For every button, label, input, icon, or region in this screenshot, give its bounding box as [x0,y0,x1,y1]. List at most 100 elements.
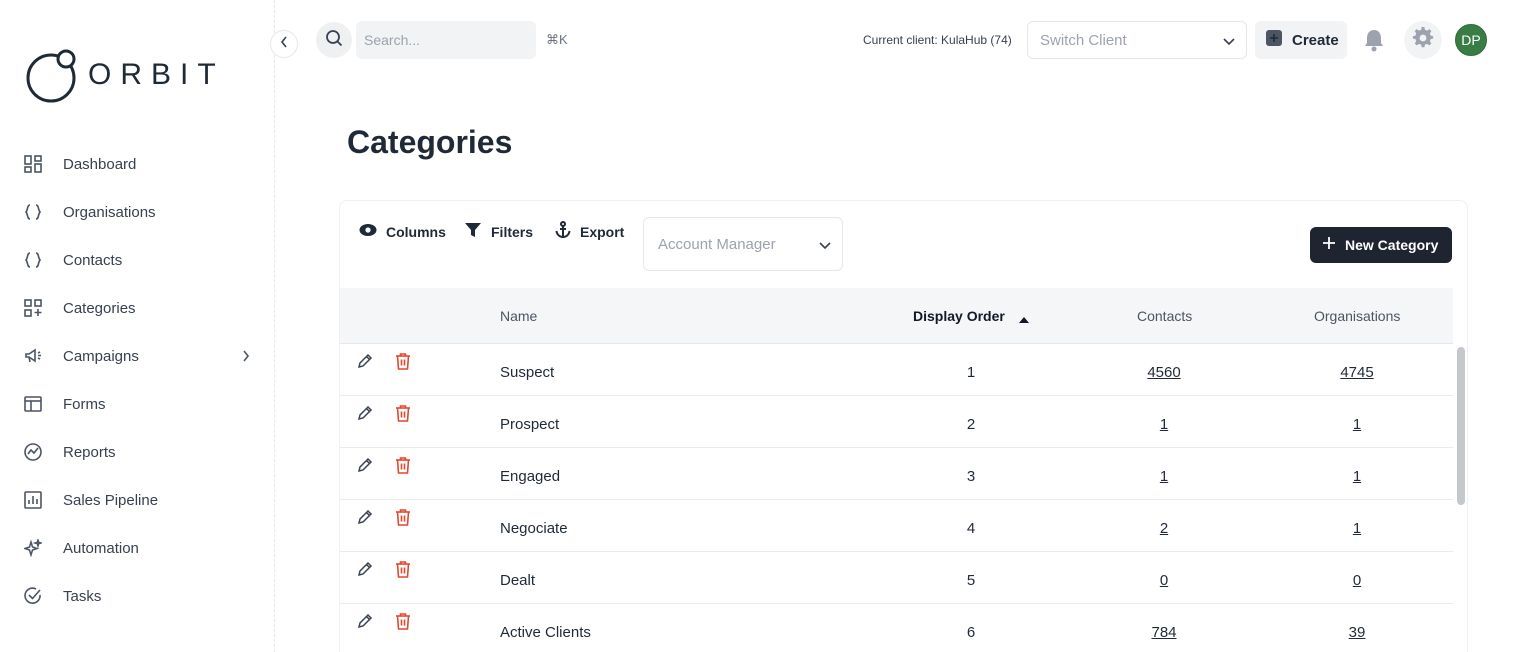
sidebar-item-contacts[interactable]: Contacts [24,236,254,284]
sidebar-item-organisations[interactable]: Organisations [24,188,254,236]
sidebar-item-tasks[interactable]: Tasks [24,572,254,620]
delete-button[interactable] [394,456,412,474]
display-order-value: 5 [966,572,976,589]
table-body: Suspect 1 4560 4745 Prospect 2 1 1 Engag… [340,344,1453,652]
organisations-count-link[interactable]: 1 [1353,416,1361,433]
search-button[interactable] [316,22,352,58]
avatar[interactable]: DP [1455,24,1487,56]
task-check-icon [24,587,42,605]
organisations-count-link[interactable]: 1 [1353,520,1361,537]
search-shortcut: ⌘K [546,32,568,47]
sidebar-item-automation[interactable]: Automation [24,524,254,572]
pipeline-icon [24,491,42,509]
category-name: Prospect [500,416,560,433]
sidebar-item-sales-pipeline[interactable]: Sales Pipeline [24,476,254,524]
trash-icon [396,561,410,578]
table-row: Dealt 5 0 0 [340,552,1453,604]
chevron-right-icon [242,349,250,367]
delete-button[interactable] [394,404,412,422]
sidebar-item-label: Dashboard [63,155,137,173]
settings-button[interactable] [1404,21,1442,59]
header-organisations[interactable]: Organisations [1314,308,1400,324]
collapse-sidebar-button[interactable] [270,30,298,58]
pencil-icon [357,561,373,577]
account-manager-select[interactable]: Account Manager [643,217,843,271]
organisations-count-link[interactable]: 39 [1349,624,1366,641]
new-category-label: New Category [1345,237,1439,253]
orbit-logo[interactable]: ORBIT [26,48,225,103]
table-row: Engaged 3 1 1 [340,448,1453,500]
new-category-button[interactable]: New Category [1310,227,1452,263]
sparkles-icon [24,539,42,557]
columns-button[interactable]: Columns [359,223,446,241]
grid-plus-icon [24,299,42,317]
sidebar-item-label: Automation [63,539,139,557]
export-label: Export [580,224,625,240]
sidebar-item-label: Tasks [63,587,102,605]
header-display-order[interactable]: Display Order [913,308,1005,324]
organisations-count-link[interactable]: 4745 [1340,364,1373,381]
braces-icon [24,251,42,269]
table-row: Prospect 2 1 1 [340,396,1453,448]
contacts-count-link[interactable]: 4560 [1147,364,1180,381]
delete-button[interactable] [394,508,412,526]
plus-icon [1322,236,1336,255]
pencil-icon [357,353,373,369]
edit-button[interactable] [356,612,374,630]
category-name: Dealt [500,572,536,589]
pencil-icon [357,405,373,421]
organisations-count-link[interactable]: 1 [1353,468,1361,485]
contacts-count-link[interactable]: 1 [1160,416,1168,433]
sidebar-item-label: Contacts [63,251,123,269]
delete-button[interactable] [394,612,412,630]
header-contacts[interactable]: Contacts [1137,308,1192,324]
table-row: Negociate 4 2 1 [340,500,1453,552]
contacts-count-link[interactable]: 784 [1151,624,1176,641]
organisations-count-link[interactable]: 0 [1353,572,1361,589]
edit-button[interactable] [356,456,374,474]
create-label: Create [1292,31,1339,49]
edit-button[interactable] [356,352,374,370]
category-name: Active Clients [500,624,591,641]
notifications-button[interactable] [1363,28,1385,57]
sidebar-item-reports[interactable]: Reports [24,428,254,476]
edit-button[interactable] [356,508,374,526]
switch-client-select[interactable]: Switch Client [1027,21,1247,59]
filters-button[interactable]: Filters [464,221,533,244]
edit-button[interactable] [356,560,374,578]
sidebar-item-dashboard[interactable]: Dashboard [24,140,254,188]
edit-button[interactable] [356,404,374,422]
contacts-count-link[interactable]: 2 [1160,520,1168,537]
pencil-icon [357,613,373,629]
table-scrollbar[interactable] [1457,347,1465,505]
trash-icon [396,613,410,630]
sidebar-item-label: Categories [63,299,136,317]
header-name[interactable]: Name [500,308,537,324]
sidebar-nav: Dashboard Organisations Contacts Categor… [24,140,254,620]
orbit-logo-icon [26,48,78,103]
table-header: Name Display Order Contacts Organisation… [340,288,1453,344]
sidebar-item-campaigns[interactable]: Campaigns [24,332,254,380]
anchor-icon [555,220,571,244]
sidebar-item-categories[interactable]: Categories [24,284,254,332]
page-title: Categories [347,124,513,160]
search-input[interactable] [356,21,536,59]
sidebar: ORBIT Dashboard Organisations Contacts C… [0,0,275,652]
filter-icon [464,221,482,244]
display-order-value: 4 [966,520,976,537]
sidebar-item-forms[interactable]: Forms [24,380,254,428]
trash-icon [396,509,410,526]
contacts-count-link[interactable]: 1 [1160,468,1168,485]
category-name: Engaged [500,468,561,485]
create-button[interactable]: Create [1255,21,1347,59]
categories-table: Name Display Order Contacts Organisation… [340,288,1453,652]
export-button[interactable]: Export [555,220,625,244]
delete-button[interactable] [394,560,412,578]
sort-ascending-icon[interactable] [1018,311,1030,329]
categories-card: Columns Filters Export Account Manager N… [339,200,1468,652]
dashboard-icon [24,155,42,173]
table-row: Suspect 1 4560 4745 [340,344,1453,396]
brand-name: ORBIT [88,58,225,91]
delete-button[interactable] [394,352,412,370]
contacts-count-link[interactable]: 0 [1160,572,1168,589]
